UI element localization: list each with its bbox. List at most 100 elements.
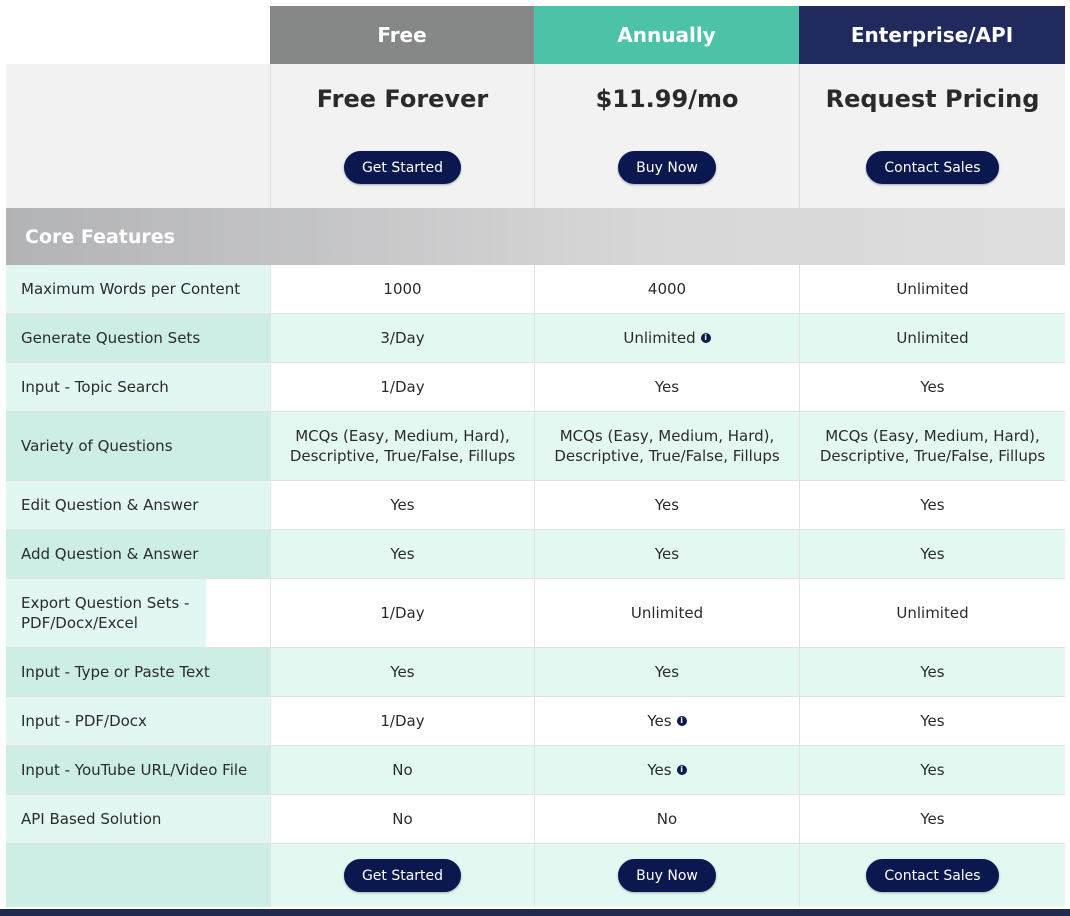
feature-value-enterprise: MCQs (Easy, Medium, Hard), Descriptive, … xyxy=(799,412,1065,480)
price-enterprise: Request Pricing Contact Sales xyxy=(799,64,1065,208)
price-free-title: Free Forever xyxy=(316,85,489,113)
feature-label: Variety of Questions xyxy=(6,412,270,480)
feature-value-enterprise: Yes xyxy=(799,363,1065,411)
feature-value-text: Yes xyxy=(390,663,415,681)
contact-sales-button[interactable]: Contact Sales xyxy=(866,151,999,184)
feature-label: Export Question Sets - PDF/Docx/Excel xyxy=(6,579,206,647)
table-row: Variety of Questions MCQs (Easy, Medium, … xyxy=(6,412,1065,481)
feature-value-text: Yes xyxy=(390,496,415,514)
feature-value-free: 3/Day xyxy=(270,314,534,362)
feature-value-annual: Yes i xyxy=(534,697,799,745)
section-header-core-features: Core Features xyxy=(6,208,1065,265)
footer-annual: Buy Now xyxy=(534,844,799,907)
feature-value-text: No xyxy=(392,810,413,828)
feature-value-enterprise: Yes xyxy=(799,795,1065,843)
feature-value-text: Yes xyxy=(654,663,680,681)
feature-label: API Based Solution xyxy=(6,795,270,843)
feature-label: Add Question & Answer xyxy=(6,530,270,578)
feature-value-text: Unlimited xyxy=(896,604,969,622)
tab-enterprise: Enterprise/API xyxy=(799,6,1065,64)
feature-value-annual: MCQs (Easy, Medium, Hard), Descriptive, … xyxy=(534,412,799,480)
pricing-table: Free Annually Enterprise/API Free Foreve… xyxy=(6,6,1065,907)
table-row: Input - PDF/Docx 1/Day Yes i Yes xyxy=(6,697,1065,746)
feature-value-text: Unlimited xyxy=(623,329,696,347)
feature-value-free: 1/Day xyxy=(270,579,534,647)
feature-value-free: 1000 xyxy=(270,265,534,313)
feature-value-enterprise: Yes xyxy=(799,530,1065,578)
feature-value-text: Unlimited xyxy=(896,329,969,347)
feature-value-text: Yes xyxy=(390,545,415,563)
feature-value-enterprise: Unlimited xyxy=(799,265,1065,313)
feature-value-text: 4000 xyxy=(647,280,687,298)
tab-annually: Annually xyxy=(534,6,799,64)
table-row: Edit Question & Answer Yes Yes Yes xyxy=(6,481,1065,530)
info-circle-icon[interactable]: i xyxy=(676,765,687,775)
price-annual-title: $11.99/mo xyxy=(595,85,739,113)
feature-value-text: 1/Day xyxy=(380,378,425,396)
feature-value-text: Yes xyxy=(920,378,945,396)
feature-value-text: MCQs (Easy, Medium, Hard), Descriptive, … xyxy=(554,427,780,465)
feature-value-annual: Yes xyxy=(534,481,799,529)
feature-value-enterprise: Unlimited xyxy=(799,579,1065,647)
feature-value-free: MCQs (Easy, Medium, Hard), Descriptive, … xyxy=(270,412,534,480)
feature-value-text: MCQs (Easy, Medium, Hard), Descriptive, … xyxy=(289,427,516,465)
table-row: Generate Question Sets 3/Day Unlimited i Unl… xyxy=(6,314,1065,363)
feature-value-text: 1000 xyxy=(383,280,422,298)
table-row: Add Question & Answer Yes Yes Yes xyxy=(6,530,1065,579)
feature-value-annual: 4000 xyxy=(534,265,799,313)
feature-value-text: No xyxy=(392,761,413,779)
feature-value-free: Yes xyxy=(270,481,534,529)
feature-value-enterprise: Yes xyxy=(799,648,1065,696)
feature-value-free: No xyxy=(270,746,534,794)
feature-value-text: Yes xyxy=(920,761,945,779)
feature-value-text: Yes xyxy=(647,712,672,730)
feature-value-annual: No xyxy=(534,795,799,843)
table-row: Maximum Words per Content 1000 4000 Unlimit… xyxy=(6,265,1065,314)
feature-label: Maximum Words per Content xyxy=(6,265,270,313)
feature-label: Generate Question Sets xyxy=(6,314,270,362)
feature-label: Input - YouTube URL/Video File xyxy=(6,746,270,794)
feature-label: Edit Question & Answer xyxy=(6,481,270,529)
table-row: Input - Type or Paste Text Yes Yes Yes xyxy=(6,648,1065,697)
price-row-spacer xyxy=(6,64,270,208)
info-circle-icon[interactable]: i xyxy=(676,716,687,726)
price-enterprise-title: Request Pricing xyxy=(825,85,1040,113)
tabs-spacer xyxy=(6,6,270,64)
feature-value-free: No xyxy=(270,795,534,843)
feature-value-free: Yes xyxy=(270,648,534,696)
feature-value-text: Unlimited xyxy=(630,604,704,622)
feature-value-annual: Yes i xyxy=(534,746,799,794)
feature-value-free: Yes xyxy=(270,530,534,578)
feature-value-text: Yes xyxy=(647,761,672,779)
feature-label: Input - Type or Paste Text xyxy=(6,648,270,696)
get-started-button[interactable]: Get Started xyxy=(343,151,462,184)
feature-value-free: 1/Day xyxy=(270,697,534,745)
feature-value-text: Yes xyxy=(920,810,945,828)
feature-value-annual: Yes xyxy=(534,648,799,696)
feature-value-text: Unlimited xyxy=(896,280,969,298)
footer-enterprise: Contact Sales xyxy=(799,844,1065,907)
footer-spacer xyxy=(6,844,270,907)
feature-value-text: Yes xyxy=(654,496,680,514)
feature-value-text: Yes xyxy=(920,545,945,563)
feature-value-text: Yes xyxy=(920,712,945,730)
table-row: Input - YouTube URL/Video File No Yes i Yes xyxy=(6,746,1065,795)
feature-value-text: 3/Day xyxy=(380,329,425,347)
info-circle-icon[interactable]: i xyxy=(700,333,711,343)
feature-value-annual: Yes xyxy=(534,363,799,411)
table-row: Export Question Sets - PDF/Docx/Excel 1/D… xyxy=(6,579,1065,648)
price-row: Free Forever Get Started $11.99/mo Buy N… xyxy=(6,64,1065,208)
feature-rows: Maximum Words per Content 1000 4000 Unlimit… xyxy=(6,265,1065,844)
buy-now-button[interactable]: Buy Now xyxy=(618,151,716,184)
feature-value-annual: Yes xyxy=(534,530,799,578)
feature-value-enterprise: Yes xyxy=(799,481,1065,529)
feature-value-enterprise: Unlimited xyxy=(799,314,1065,362)
feature-value-text: No xyxy=(656,810,678,828)
footer-contact-sales-button[interactable]: Contact Sales xyxy=(866,859,999,892)
footer-get-started-button[interactable]: Get Started xyxy=(343,859,462,892)
plan-tabs: Free Annually Enterprise/API xyxy=(6,6,1065,64)
feature-value-text: Yes xyxy=(654,378,680,396)
table-row: Input - Topic Search 1/Day Yes Yes xyxy=(6,363,1065,412)
price-free: Free Forever Get Started xyxy=(270,64,534,208)
footer-buy-now-button[interactable]: Buy Now xyxy=(618,859,716,892)
